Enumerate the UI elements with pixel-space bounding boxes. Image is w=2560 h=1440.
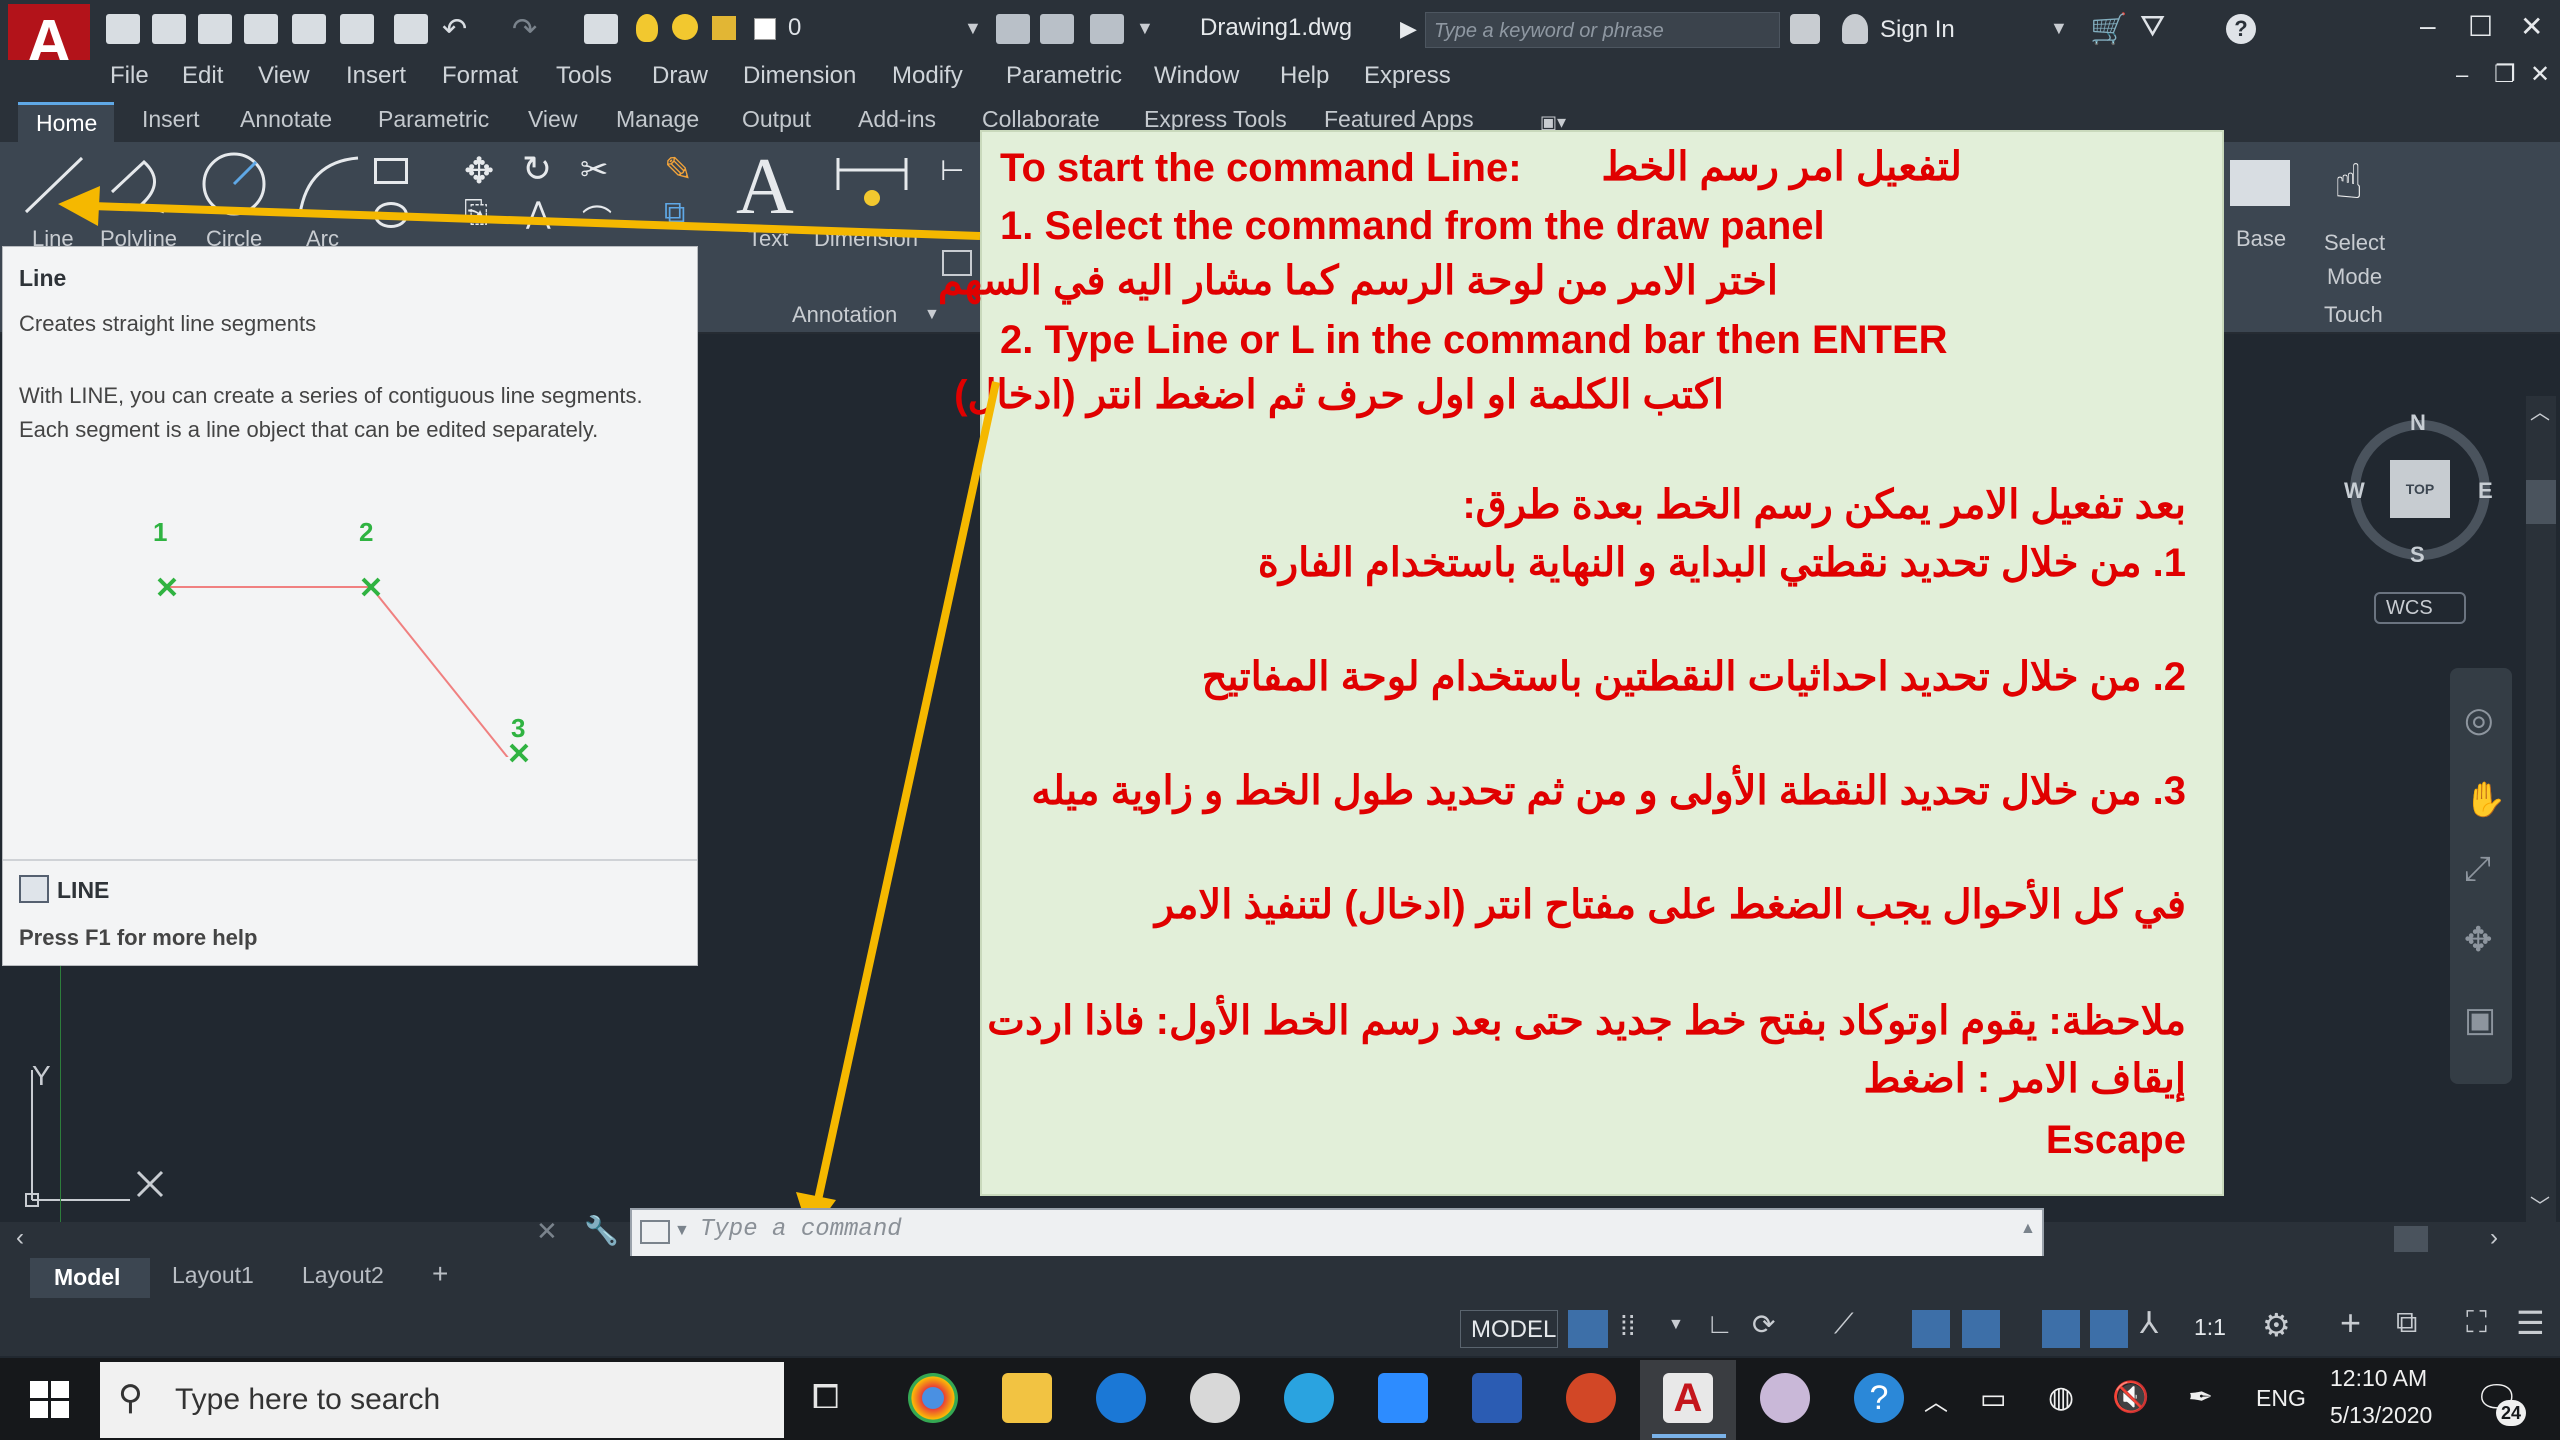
- battery-icon[interactable]: ▭: [1980, 1382, 2006, 1415]
- show-hidden-icons[interactable]: ︿: [1924, 1382, 1948, 1417]
- telegram-icon[interactable]: [1284, 1373, 1334, 1423]
- scroll-left-icon[interactable]: ‹: [16, 1224, 24, 1252]
- chrome-icon[interactable]: [908, 1373, 958, 1423]
- command-expand-icon[interactable]: ▲: [2020, 1220, 2036, 1238]
- annotation-scale-value[interactable]: 1:1: [2194, 1314, 2226, 1341]
- annotation-monitor-icon[interactable]: +: [2340, 1302, 2361, 1344]
- isodraft-icon[interactable]: ⟋: [1834, 1308, 1854, 1341]
- clean-screen-icon[interactable]: ⛶: [2466, 1306, 2487, 1340]
- volume-muted-icon[interactable]: 🔇: [2112, 1380, 2149, 1415]
- tab-layout2[interactable]: Layout2: [302, 1262, 384, 1289]
- command-customize-icon[interactable]: 🔧: [584, 1214, 619, 1247]
- autocad-running-indicator: [1652, 1434, 1726, 1438]
- snap-icon[interactable]: ⁞⁞: [1620, 1310, 1636, 1342]
- taskbar-time[interactable]: 12:10 AM: [2330, 1365, 2427, 1392]
- isolate-objects-icon[interactable]: ⧉: [2396, 1306, 2417, 1340]
- command-history-icon[interactable]: [640, 1220, 670, 1244]
- taskbar-search-placeholder: Type here to search: [175, 1383, 441, 1416]
- command-history-dropdown-icon[interactable]: ▼: [674, 1222, 690, 1240]
- command-close-icon[interactable]: ✕: [536, 1216, 558, 1247]
- layout-tab-bar: [0, 1256, 2560, 1300]
- taskbar-date[interactable]: 5/13/2020: [2330, 1402, 2432, 1429]
- language-indicator[interactable]: ENG: [2256, 1385, 2306, 1412]
- auto-scale-icon[interactable]: [2090, 1310, 2128, 1348]
- paint-app-icon[interactable]: [1760, 1373, 1810, 1423]
- polar-icon[interactable]: ⟳: [1752, 1308, 1775, 1341]
- autocad-icon[interactable]: A: [1663, 1373, 1713, 1423]
- tab-layout1[interactable]: Layout1: [172, 1262, 254, 1289]
- customization-menu-icon[interactable]: ☰: [2516, 1304, 2545, 1342]
- status-bar: [0, 1300, 2560, 1356]
- windows-start-icon[interactable]: [20, 1375, 80, 1425]
- command-input[interactable]: Type a command: [700, 1216, 902, 1243]
- object-snap-icon[interactable]: [1962, 1310, 2000, 1348]
- tab-model[interactable]: Model: [30, 1258, 150, 1298]
- model-space-toggle[interactable]: MODEL: [1460, 1310, 1558, 1348]
- network-icon[interactable]: ◍: [2048, 1380, 2074, 1415]
- ortho-icon[interactable]: ∟: [1706, 1308, 1733, 1340]
- annotation-visibility-icon[interactable]: [2042, 1310, 2080, 1348]
- zoom-icon[interactable]: [1378, 1373, 1428, 1423]
- snap-dropdown-icon[interactable]: ▼: [1668, 1316, 1684, 1334]
- onedrive-app-icon[interactable]: [1190, 1373, 1240, 1423]
- file-explorer-icon[interactable]: [1002, 1373, 1052, 1423]
- scroll-right-icon[interactable]: ›: [2490, 1224, 2498, 1252]
- object-snap-tracking-icon[interactable]: [1912, 1310, 1950, 1348]
- taskbar-search-icon: ⚲: [118, 1379, 143, 1417]
- notification-count-badge: 24: [2496, 1400, 2526, 1426]
- annotation-scale-icon[interactable]: ⅄: [2140, 1306, 2158, 1341]
- horizontal-scroll-thumb[interactable]: [2394, 1226, 2428, 1252]
- task-view-icon[interactable]: ⧠: [812, 1378, 839, 1417]
- pen-icon[interactable]: ✒: [2188, 1380, 2213, 1415]
- powerpoint-icon[interactable]: [1566, 1373, 1616, 1423]
- workspace-gear-icon[interactable]: ⚙: [2262, 1306, 2291, 1344]
- edge-icon[interactable]: [1096, 1373, 1146, 1423]
- get-help-icon[interactable]: ?: [1854, 1373, 1904, 1423]
- add-layout-icon[interactable]: +: [432, 1258, 448, 1290]
- grid-icon[interactable]: [1568, 1310, 1608, 1348]
- word-icon[interactable]: [1472, 1373, 1522, 1423]
